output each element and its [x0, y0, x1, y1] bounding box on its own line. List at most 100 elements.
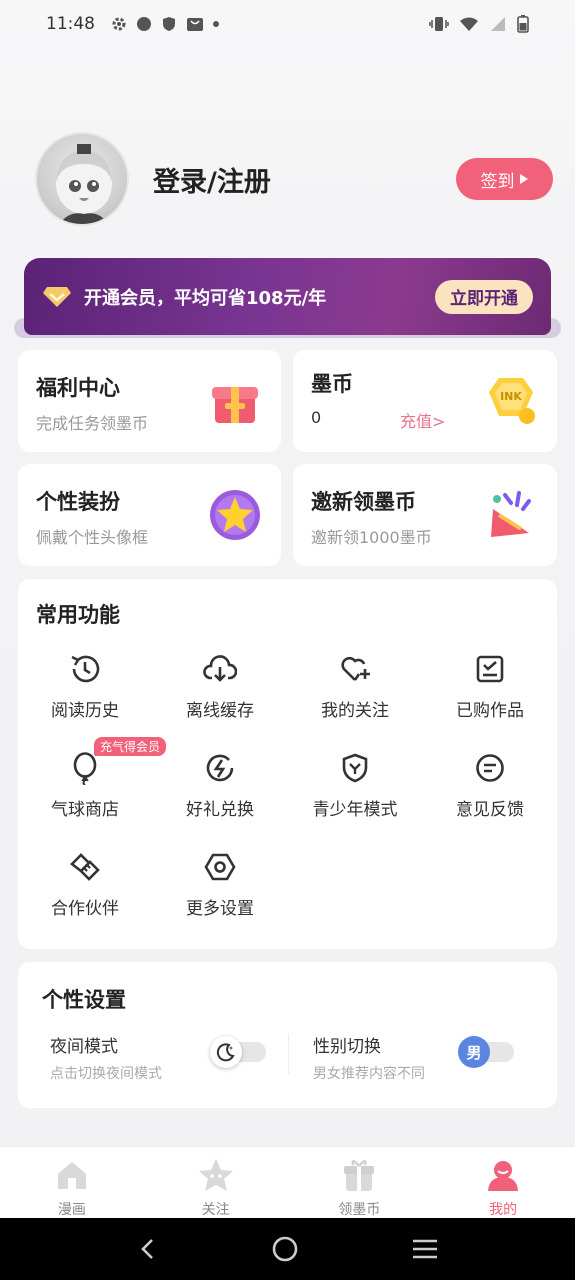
feedback-icon [476, 754, 504, 782]
settings-status-icon [112, 17, 126, 31]
avatar-illustration-icon [56, 144, 112, 224]
night-mode-toggle[interactable] [210, 1036, 266, 1068]
settings-divider [288, 1034, 289, 1074]
history-icon [71, 655, 100, 683]
ink-coin-icon: INK [489, 378, 535, 424]
night-mode-subtitle: 点击切换夜间模式 [50, 1066, 162, 1082]
gender-value: 男 [458, 1036, 490, 1068]
partners-item[interactable]: 合作伙伴 [18, 850, 152, 940]
notification-dot-icon [213, 21, 219, 27]
common-functions-panel: 常用功能 阅读历史 离线缓存 我的关注 已购作品 充气得会员 气球商店 好礼兑换… [18, 579, 557, 949]
coin-amount: 0 [311, 408, 322, 427]
gender-switch-title: 性别切换 [313, 1037, 381, 1057]
back-icon[interactable] [136, 1237, 160, 1261]
dress-subtitle: 佩戴个性头像框 [36, 528, 149, 547]
personal-dress-card[interactable]: 个性装扮 佩戴个性头像框 [18, 464, 281, 566]
recents-menu-icon[interactable] [411, 1237, 439, 1261]
reading-history-item[interactable]: 阅读历史 [18, 652, 152, 742]
tab-comics-label: 漫画 [57, 1202, 86, 1218]
gift-exchange-item[interactable]: 好礼兑换 [153, 751, 287, 841]
purchased-icon [476, 655, 504, 683]
signal-icon [491, 17, 505, 31]
partners-label: 合作伙伴 [51, 899, 119, 919]
gender-toggle[interactable]: 男 [458, 1036, 514, 1068]
login-register-link[interactable]: 登录/注册 [153, 160, 271, 199]
tab-get-coins-label: 领墨币 [338, 1202, 381, 1218]
invite-card[interactable]: 邀新领墨币 邀新领1000墨币 [293, 464, 557, 566]
sign-in-button[interactable]: 签到 [456, 158, 553, 200]
diamond-icon [43, 286, 71, 307]
youth-mode-item[interactable]: 青少年模式 [288, 751, 422, 841]
gender-switch-subtitle: 男女推荐内容不同 [313, 1066, 425, 1082]
svg-text:INK: INK [500, 390, 522, 403]
night-mode-title: 夜间模式 [50, 1037, 118, 1057]
vip-banner[interactable]: 开通会员，平均可省108元/年 立即开通 [24, 258, 551, 335]
shield-icon [342, 753, 368, 783]
offline-cache-item[interactable]: 离线缓存 [153, 652, 287, 742]
recharge-link[interactable]: 充值> [400, 408, 445, 432]
star-badge-icon [210, 490, 260, 540]
youth-mode-label: 青少年模式 [312, 800, 398, 820]
sign-in-label: 签到 [480, 171, 515, 192]
personal-settings-title: 个性设置 [42, 988, 126, 1012]
bottom-tab-bar: 漫画 关注 领墨币 我的 [0, 1146, 575, 1218]
play-arrow-icon [519, 174, 528, 184]
tab-get-coins[interactable]: 领墨币 [288, 1147, 432, 1218]
purchased-works-item[interactable]: 已购作品 [423, 652, 557, 742]
wifi-icon [460, 17, 478, 31]
tab-mine-label: 我的 [489, 1202, 518, 1218]
my-follows-label: 我的关注 [321, 701, 389, 721]
party-popper-icon [491, 491, 531, 537]
offline-cache-label: 离线缓存 [186, 701, 254, 721]
functions-title: 常用功能 [36, 603, 120, 627]
bag-status-icon [187, 18, 203, 31]
system-nav-bar [0, 1218, 575, 1280]
welfare-subtitle: 完成任务领墨币 [36, 414, 149, 433]
compass-status-icon [137, 17, 151, 31]
invite-title: 邀新领墨币 [311, 490, 416, 514]
invite-subtitle: 邀新领1000墨币 [311, 528, 432, 547]
status-time: 11:48 [46, 14, 95, 34]
welfare-center-card[interactable]: 福利中心 完成任务领墨币 [18, 350, 281, 452]
purchased-works-label: 已购作品 [456, 701, 524, 721]
tab-follow[interactable]: 关注 [144, 1147, 288, 1218]
my-follows-item[interactable]: 我的关注 [288, 652, 422, 742]
star-face-icon [198, 1159, 233, 1191]
ink-coin-card[interactable]: 墨币 0 充值> INK [293, 350, 557, 452]
home-circle-icon[interactable] [271, 1235, 299, 1263]
tab-comics[interactable]: 漫画 [0, 1147, 144, 1218]
vibrate-icon [429, 17, 449, 31]
balloon-shop-item[interactable]: 充气得会员 气球商店 [18, 737, 167, 841]
night-mode-setting: 夜间模式 点击切换夜间模式 [50, 1032, 162, 1083]
home-icon [57, 1162, 86, 1189]
cloud-download-icon [203, 655, 237, 682]
gift-icon [344, 1160, 375, 1191]
profile-header: 登录/注册 签到 [35, 132, 553, 226]
tab-follow-label: 关注 [201, 1202, 230, 1218]
balloon-shop-label: 气球商店 [51, 800, 119, 820]
balloon-icon [73, 752, 97, 785]
more-settings-item[interactable]: 更多设置 [153, 850, 287, 940]
vip-promo-text: 开通会员，平均可省108元/年 [84, 287, 327, 309]
personal-settings-panel: 个性设置 夜间模式 点击切换夜间模式 性别切换 男女推荐内容不同 男 [18, 962, 557, 1108]
status-bar: 11:48 [0, 0, 575, 48]
tab-mine[interactable]: 我的 [431, 1147, 575, 1218]
handshake-icon [70, 853, 100, 881]
settings-icon [204, 853, 236, 881]
profile-icon [488, 1161, 519, 1191]
gift-exchange-label: 好礼兑换 [186, 800, 254, 820]
moon-icon [210, 1036, 242, 1068]
heart-plus-icon [341, 656, 370, 681]
dress-title: 个性装扮 [36, 490, 120, 514]
shield-status-icon [163, 17, 175, 31]
lightning-icon [206, 754, 234, 782]
gift-box-icon [212, 387, 258, 423]
gender-switch-setting: 性别切换 男女推荐内容不同 [313, 1032, 425, 1083]
feedback-label: 意见反馈 [456, 800, 524, 820]
feedback-item[interactable]: 意见反馈 [423, 751, 557, 841]
avatar[interactable] [35, 132, 129, 226]
vip-open-button[interactable]: 立即开通 [435, 279, 533, 314]
more-settings-label: 更多设置 [186, 899, 254, 919]
battery-icon [517, 15, 529, 33]
reading-history-label: 阅读历史 [51, 701, 119, 721]
